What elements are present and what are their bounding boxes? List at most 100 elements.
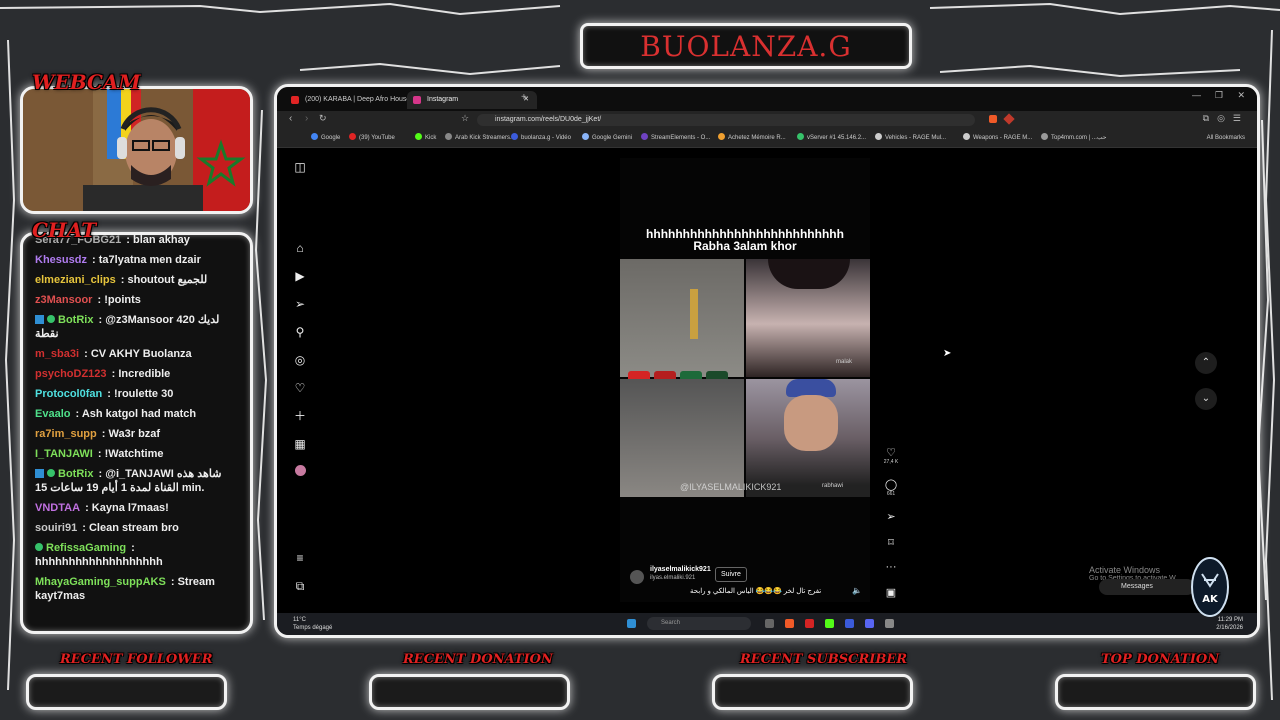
chat-username[interactable]: elmeziani_clips [35, 274, 116, 286]
bookmark-favicon-icon [718, 133, 725, 140]
chat-text: !roulette 30 [114, 388, 174, 400]
back-icon[interactable]: ‹ [289, 113, 292, 124]
bookmark-item[interactable]: Weapons - RAGE M... [963, 132, 1032, 144]
bookmark-item[interactable]: Arab Kick Streamers... [445, 132, 515, 144]
bookmark-item[interactable]: vServer #1 45.146.2... [797, 132, 866, 144]
bookmark-icon[interactable]: ☆ [461, 113, 469, 124]
bookmark-item[interactable]: Google Gemini [582, 132, 632, 144]
chat-username[interactable]: souiri91 [35, 522, 77, 534]
follow-button[interactable]: Suivre [715, 567, 747, 582]
reels-icon[interactable]: ▶ [293, 269, 307, 283]
bookmark-item[interactable]: Top4mm.com | ...حب [1041, 132, 1107, 144]
chat-username[interactable]: VNDTAA [35, 502, 80, 514]
create-icon[interactable]: ＋ [293, 409, 307, 423]
comment-button[interactable]: ◯ 661 [883, 478, 899, 497]
chat-username[interactable]: I_TANJAWI [35, 448, 93, 460]
chat-text: blan akhay [133, 234, 190, 246]
brave-shield-icon[interactable] [989, 115, 997, 123]
like-button[interactable]: ♡ 27,4 K [883, 446, 899, 465]
chat-username[interactable]: Evaalo [35, 408, 70, 420]
chat-username[interactable]: Protocol0fan [35, 388, 102, 400]
audio-thumbnail[interactable]: ▣ [883, 586, 899, 599]
new-tab-icon[interactable]: + [521, 92, 527, 103]
menu-icon[interactable]: ☰ [1233, 113, 1241, 124]
bookmark-item[interactable]: Kick [415, 132, 436, 144]
chat-text: !Watchtime [104, 448, 164, 460]
brave-browser-icon[interactable] [785, 619, 794, 628]
next-reel-button[interactable]: ⌄ [1195, 388, 1217, 410]
task-view-icon[interactable] [765, 619, 774, 628]
taskbar-clock[interactable]: 11:29 PM 2/16/2026 [1216, 616, 1243, 632]
bookmark-item[interactable]: Google [311, 132, 340, 144]
reel-username[interactable]: ilyaselmalikick921 [650, 566, 711, 573]
bookmark-item[interactable]: Achetez Mémoire R... [718, 132, 786, 144]
brave-rewards-icon[interactable] [1003, 113, 1015, 125]
chat-label: CHAT [32, 218, 97, 242]
instagram-icon[interactable]: ◫ [293, 160, 307, 174]
like-count: 27,4 K [883, 459, 899, 465]
reload-icon[interactable]: ↻ [319, 113, 327, 124]
tab-youtube[interactable]: (200) KARABA | Deep Afro House - Y [285, 91, 417, 121]
close-window-icon[interactable]: ✕ [1237, 90, 1245, 101]
address-bar[interactable]: instagram.com/reels/DU0de_jjKet/ [477, 114, 975, 126]
bookmark-favicon-icon [963, 133, 970, 140]
more-options-icon[interactable]: ··· [883, 561, 899, 573]
reel-player[interactable]: hhhhhhhhhhhhhhhhhhhhhhhhhhh Rabha 3alam … [620, 158, 870, 602]
bookmark-item[interactable]: buolanza.g - Vidéo [511, 132, 571, 144]
mute-icon[interactable]: 🔈 [852, 586, 862, 595]
heart-icon[interactable]: ♡ [293, 381, 307, 395]
messages-button[interactable]: Messages [1099, 579, 1195, 595]
chat-username[interactable]: z3Mansoor [35, 294, 92, 306]
bookmark-item[interactable]: Vehicles - RAGE Mul... [875, 132, 946, 144]
chat-username[interactable]: BotRix [58, 314, 93, 326]
chat-username[interactable]: RefissaGaming [46, 542, 126, 554]
bookmark-favicon-icon [349, 133, 356, 140]
bookmark-item[interactable]: (39) YouTube [349, 132, 395, 144]
app-icon[interactable] [845, 619, 854, 628]
top-donation-label: TOP DONATION [1101, 652, 1220, 667]
bookmark-label: Top4mm.com | ...حب [1051, 135, 1107, 141]
bookmark-favicon-icon [797, 133, 804, 140]
share-button[interactable]: ➢ [883, 510, 899, 523]
previous-reel-button[interactable]: ⌃ [1195, 352, 1217, 374]
kick-icon[interactable] [825, 619, 834, 628]
chat-separator: : [88, 254, 99, 266]
dashboard-icon[interactable]: ▦ [293, 437, 307, 451]
taskbar-search[interactable]: Search [647, 617, 751, 630]
discord-icon[interactable] [865, 619, 874, 628]
tab-instagram[interactable]: Instagram ✕ [407, 91, 537, 109]
bookmark-favicon-icon [511, 133, 518, 140]
chat-username[interactable]: m_sba3i [35, 348, 79, 360]
chat-username[interactable]: Khesusdz [35, 254, 87, 266]
explore-icon[interactable]: ◎ [293, 353, 307, 367]
start-icon[interactable] [627, 619, 636, 628]
all-bookmarks-button[interactable]: All Bookmarks [1207, 132, 1245, 144]
chat-username[interactable]: BotRix [58, 468, 93, 480]
meta-apps-icon[interactable]: ⧉ [293, 579, 307, 593]
chat-username[interactable]: MhayaGaming_suppAKS [35, 576, 166, 588]
weather-widget[interactable]: 11°C Temps dégagé [293, 616, 332, 632]
chat-username[interactable]: ra7im_supp [35, 428, 97, 440]
chat-username[interactable]: psychoDZ123 [35, 368, 107, 380]
maximize-icon[interactable]: ❐ [1215, 90, 1223, 101]
search-icon[interactable]: ⚲ [293, 325, 307, 339]
forward-icon[interactable]: › [305, 113, 308, 124]
profile-avatar[interactable] [293, 465, 307, 479]
bookmark-item[interactable]: StreamElements - O... [641, 132, 710, 144]
app-icon[interactable] [805, 619, 814, 628]
minimize-icon[interactable]: — [1192, 90, 1201, 100]
more-menu-icon[interactable]: ≡ [293, 551, 307, 565]
chat-text: CV AKHY Buolanza [90, 348, 192, 360]
wallet-icon[interactable]: ◎ [1217, 113, 1225, 124]
send-icon[interactable]: ➢ [293, 297, 307, 311]
bookmark-favicon-icon [311, 133, 318, 140]
reel-author-avatar[interactable] [630, 570, 644, 584]
video-room-scene [620, 259, 744, 405]
chat-separator: : [95, 314, 106, 326]
extensions-icon[interactable]: ⧉ [1203, 113, 1209, 124]
video-tag-malak: malak [836, 359, 853, 365]
save-button[interactable]: ⌑ [883, 536, 899, 549]
settings-icon[interactable] [885, 619, 894, 628]
video-face-bottom: rabhawi [746, 379, 870, 497]
home-icon[interactable]: ⌂ [293, 241, 307, 255]
